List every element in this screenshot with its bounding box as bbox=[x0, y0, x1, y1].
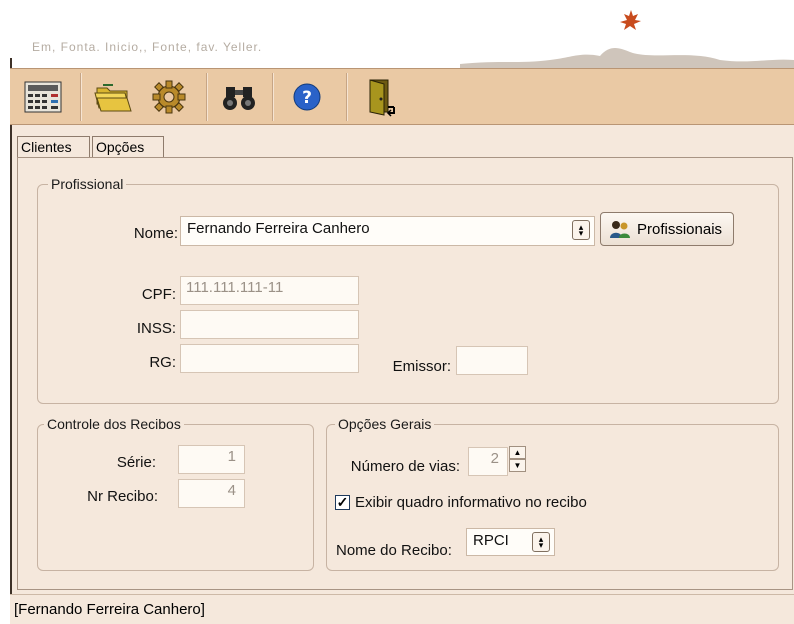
calculator-icon bbox=[24, 81, 62, 113]
spin-down-icon[interactable]: ▼ bbox=[509, 459, 526, 472]
search-button[interactable] bbox=[214, 75, 264, 119]
inss-field[interactable] bbox=[180, 310, 359, 339]
nome-label: Nome: bbox=[133, 225, 178, 242]
profissionais-button-label: Profissionais bbox=[637, 220, 723, 238]
title-bar: Em, Fonta. Inicio,, Fonte, fav. Yeller. bbox=[0, 0, 794, 68]
nome-recibo-combo[interactable]: RPCI ▴ ▾ bbox=[466, 528, 555, 556]
rg-field[interactable] bbox=[180, 344, 359, 373]
status-text: [Fernando Ferreira Canhero] bbox=[14, 601, 205, 618]
nr-recibo-field[interactable]: 4 bbox=[178, 479, 245, 508]
svg-text:?: ? bbox=[302, 88, 312, 108]
exit-button[interactable] bbox=[356, 75, 406, 119]
cpf-field[interactable]: 111.111.111-11 bbox=[180, 276, 359, 305]
tab-clientes[interactable]: Clientes bbox=[17, 136, 90, 157]
nome-value: Fernando Ferreira Canhero bbox=[187, 220, 370, 237]
cpf-label: CPF: bbox=[141, 286, 176, 303]
serie-label: Série: bbox=[116, 454, 156, 471]
spin-up-icon[interactable]: ▲ bbox=[509, 446, 526, 459]
serie-field[interactable]: 1 bbox=[178, 445, 245, 474]
combo-arrows-icon[interactable]: ▴ ▾ bbox=[532, 532, 550, 552]
tab-opcoes[interactable]: Opções bbox=[92, 136, 164, 157]
flame-icon bbox=[620, 10, 641, 30]
group-opcoes-title: Opções Gerais bbox=[335, 416, 435, 432]
toolbar: ? bbox=[10, 68, 794, 125]
exibir-quadro-label: Exibir quadro informativo no recibo bbox=[355, 494, 587, 511]
nome-recibo-label: Nome do Recibo: bbox=[336, 542, 452, 559]
tab-panel: Profissional Nome: Fernando Ferreira Can… bbox=[17, 157, 793, 590]
group-profissional-title: Profissional bbox=[48, 176, 127, 192]
binoculars-icon bbox=[223, 87, 255, 110]
group-controle-title: Controle dos Recibos bbox=[44, 416, 184, 432]
emissor-label: Emissor: bbox=[392, 358, 451, 375]
numero-vias-field[interactable]: 2 bbox=[468, 447, 508, 476]
gear-icon bbox=[152, 80, 186, 114]
users-icon bbox=[610, 221, 630, 238]
exit-door-icon bbox=[369, 79, 395, 117]
help-icon: ? bbox=[293, 83, 321, 111]
profissionais-button[interactable]: Profissionais bbox=[600, 212, 734, 246]
calculator-button[interactable] bbox=[18, 75, 68, 119]
nome-recibo-value: RPCI bbox=[473, 532, 509, 549]
settings-button[interactable] bbox=[144, 75, 194, 119]
numero-vias-label: Número de vias: bbox=[350, 458, 460, 475]
folders-button[interactable] bbox=[88, 75, 138, 119]
combo-arrows-icon[interactable]: ▴ ▾ bbox=[572, 220, 590, 240]
inss-label: INSS: bbox=[136, 320, 176, 337]
rg-label: RG: bbox=[149, 354, 176, 371]
nr-recibo-label: Nr Recibo: bbox=[87, 488, 158, 505]
window-title: Em, Fonta. Inicio,, Fonte, fav. Yeller. bbox=[32, 40, 263, 54]
help-button[interactable]: ? bbox=[282, 75, 332, 119]
title-decoration bbox=[460, 48, 794, 68]
numero-vias-spinner[interactable]: ▲ ▼ bbox=[509, 446, 527, 474]
status-bar: [Fernando Ferreira Canhero] bbox=[10, 594, 794, 624]
folders-icon bbox=[94, 84, 132, 112]
nome-combo[interactable]: Fernando Ferreira Canhero ▴ ▾ bbox=[180, 216, 595, 246]
emissor-field[interactable] bbox=[456, 346, 528, 375]
exibir-quadro-checkbox[interactable]: ✓ bbox=[335, 495, 350, 510]
